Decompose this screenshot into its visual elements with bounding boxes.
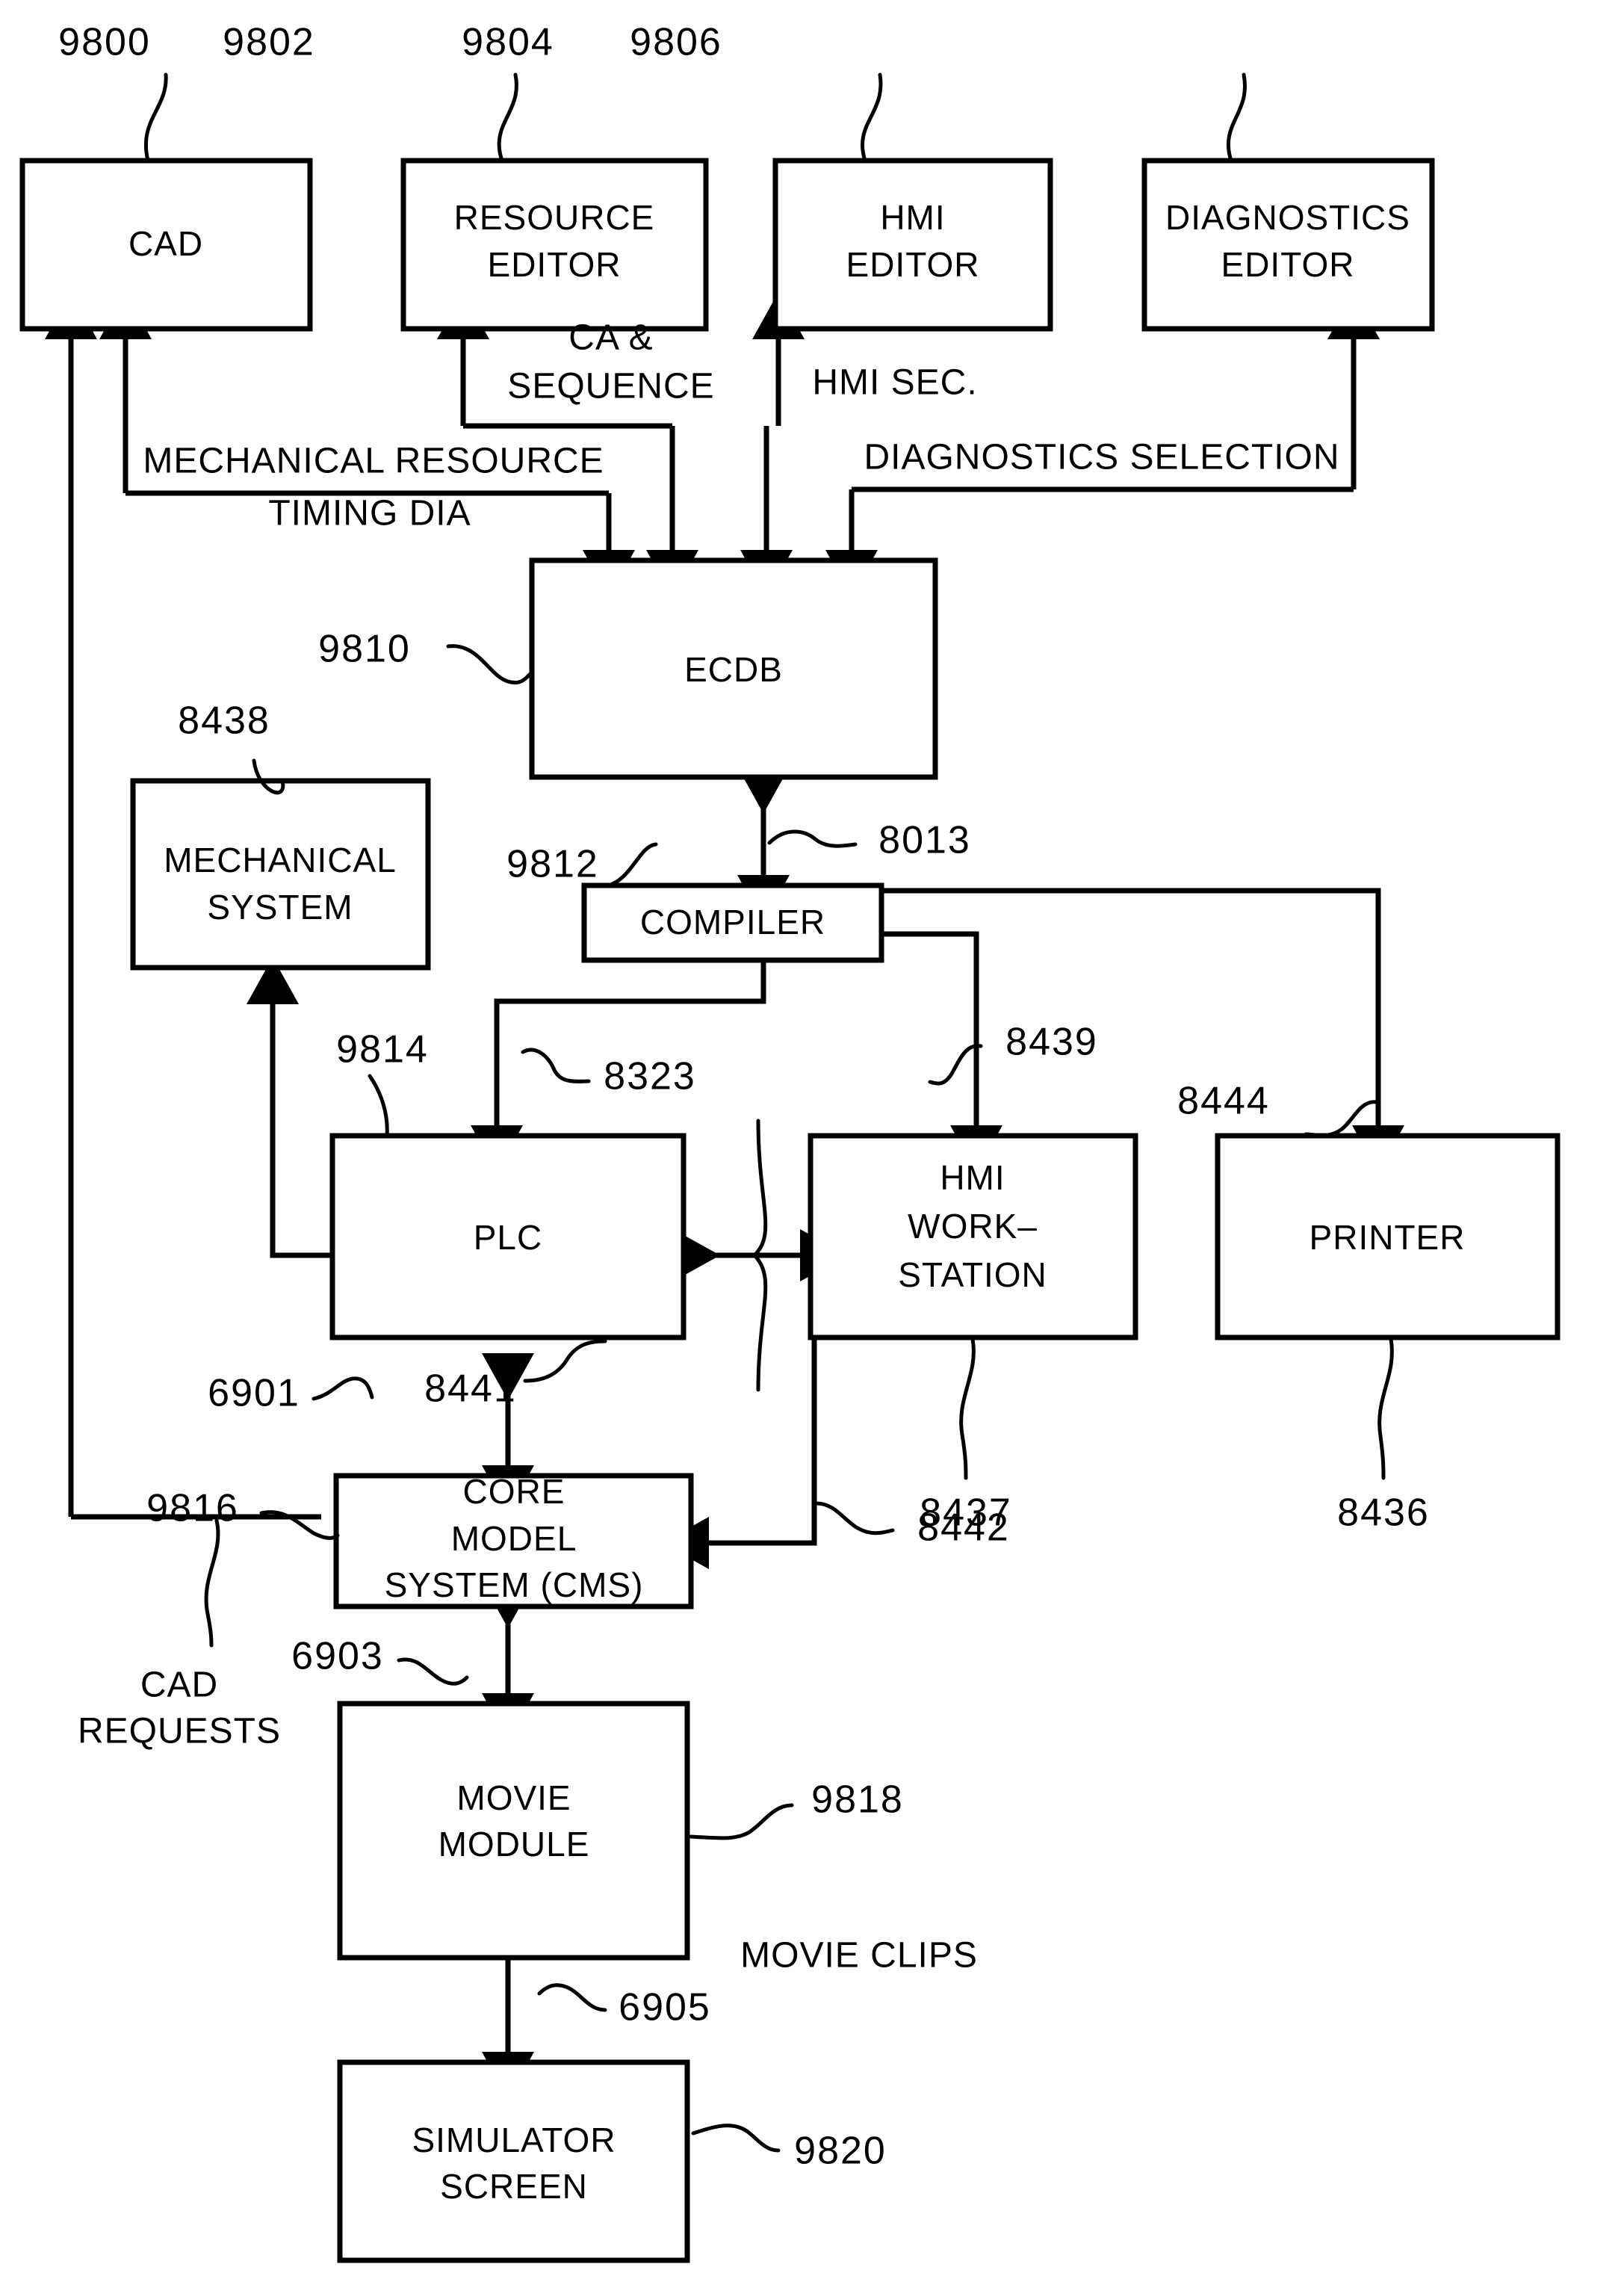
- block-cad-label: CAD: [128, 224, 203, 263]
- leader-9806: [1226, 72, 1247, 163]
- block-compiler-label: COMPILER: [640, 903, 825, 941]
- connector-ecdb-to-hmi-editor: [740, 292, 805, 597]
- ref-8444: 8444: [1177, 1080, 1270, 1123]
- connector-compiler-printer: [881, 888, 1404, 1172]
- block-cms-line2: MODEL: [451, 1519, 577, 1558]
- ref-8441: 8441: [424, 1367, 517, 1411]
- label-cad-requests-line2: REQUESTS: [78, 1712, 281, 1751]
- ref-9804: 9804: [462, 21, 554, 64]
- block-resource-editor-line1: RESOURCE: [454, 198, 655, 237]
- label-hmi-sec: HMI SEC.: [812, 363, 977, 403]
- leader-9802: [497, 72, 518, 163]
- ref-9820: 9820: [794, 2130, 887, 2173]
- ref-9814: 9814: [336, 1028, 429, 1071]
- label-diagnostics-selection: DIAGNOSTICS SELECTION: [864, 438, 1339, 477]
- block-mechanical-system-line2: SYSTEM: [207, 888, 353, 927]
- ref-6901: 6901: [208, 1372, 300, 1415]
- patent-figure: CAD RESOURCE EDITOR HMI EDITOR DIAGNOSTI…: [0, 0, 1624, 2270]
- block-diagnostics-editor-line1: DIAGNOSTICS: [1165, 198, 1410, 237]
- block-cms-line1: CORE: [463, 1472, 565, 1511]
- ref-6905: 6905: [619, 1986, 711, 2029]
- ref-9816: 9816: [146, 1487, 239, 1530]
- leader-6901: [312, 1376, 374, 1401]
- leader-8013: [767, 829, 858, 848]
- block-hmi-editor-line1: HMI: [880, 198, 945, 237]
- leader-8439: [928, 1044, 983, 1086]
- ref-8439: 8439: [1005, 1021, 1098, 1064]
- block-hmi-editor-line2: EDITOR: [846, 245, 980, 284]
- label-movie-clips: MOVIE CLIPS: [740, 1936, 978, 1976]
- block-movie-module-line2: MODULE: [438, 1825, 590, 1864]
- block-hmi-workstation-line2: WORK–: [908, 1207, 1038, 1246]
- ref-9812: 9812: [506, 843, 599, 886]
- leader-9820: [691, 2124, 781, 2153]
- ref-9802: 9802: [223, 21, 315, 64]
- connector-plc-mechanical-system: [247, 957, 336, 1258]
- block-simulator-screen-line2: SCREEN: [440, 2167, 588, 2206]
- label-mechanical-resource: MECHANICAL RESOURCE: [143, 442, 604, 481]
- block-simulator-screen-line1: SIMULATOR: [412, 2121, 616, 2159]
- ref-9806: 9806: [630, 21, 722, 64]
- label-cad-requests-line1: CAD: [140, 1666, 218, 1705]
- label-ca-sequence-line2: SEQUENCE: [507, 367, 714, 406]
- block-hmi-workstation-line3: STATION: [898, 1255, 1047, 1294]
- ref-8013: 8013: [878, 819, 971, 862]
- block-cms-line3: SYSTEM (CMS): [385, 1565, 644, 1604]
- block-resource-editor-line2: EDITOR: [488, 245, 622, 284]
- connector-compiler-hmi-workstation: [881, 931, 1002, 1172]
- ref-8436: 8436: [1337, 1491, 1430, 1535]
- leader-9810: [446, 644, 534, 684]
- block-hmi-workstation-line1: HMI: [940, 1158, 1005, 1197]
- block-ecdb-label: ECDB: [684, 650, 783, 689]
- block-diagnostics-editor-line2: EDITOR: [1221, 245, 1355, 284]
- leader-8441: [523, 1339, 607, 1383]
- connector-plc-hmi-bus: [673, 1119, 847, 1392]
- leader-9814: [368, 1074, 389, 1138]
- ref-8437: 8437: [920, 1491, 1012, 1535]
- leader-cad-requests: [204, 1518, 220, 1648]
- ref-8323: 8323: [604, 1055, 696, 1098]
- leader-6903: [397, 1657, 469, 1686]
- ref-9818: 9818: [811, 1778, 904, 1822]
- block-simulator-screen[interactable]: [337, 2059, 690, 2263]
- block-mechanical-system-line1: MECHANICAL: [164, 841, 397, 879]
- leader-9818: [689, 1803, 794, 1840]
- ref-8438: 8438: [178, 699, 270, 743]
- leader-9812: [603, 842, 658, 888]
- block-movie-module-line1: MOVIE: [456, 1778, 571, 1817]
- leader-9804: [860, 72, 883, 163]
- label-ca-sequence-line1: CA &: [568, 318, 653, 358]
- block-plc-label: PLC: [474, 1218, 542, 1257]
- leader-9800: [143, 72, 168, 163]
- leader-8323: [521, 1048, 591, 1083]
- leader-8437: [959, 1337, 976, 1480]
- connector-compiler-plc: [471, 960, 766, 1172]
- leader-8436: [1377, 1337, 1394, 1480]
- connector-hmi-workstation-cms: [662, 1270, 817, 1569]
- leader-6905: [537, 1983, 607, 2012]
- label-timing-dia: TIMING DIA: [268, 494, 471, 534]
- ref-6903: 6903: [291, 1635, 384, 1678]
- leader-8442: [814, 1501, 895, 1536]
- leader-8444: [1304, 1100, 1379, 1137]
- ref-9810: 9810: [318, 628, 411, 671]
- ref-9800: 9800: [58, 21, 151, 64]
- block-printer-label: PRINTER: [1310, 1218, 1466, 1257]
